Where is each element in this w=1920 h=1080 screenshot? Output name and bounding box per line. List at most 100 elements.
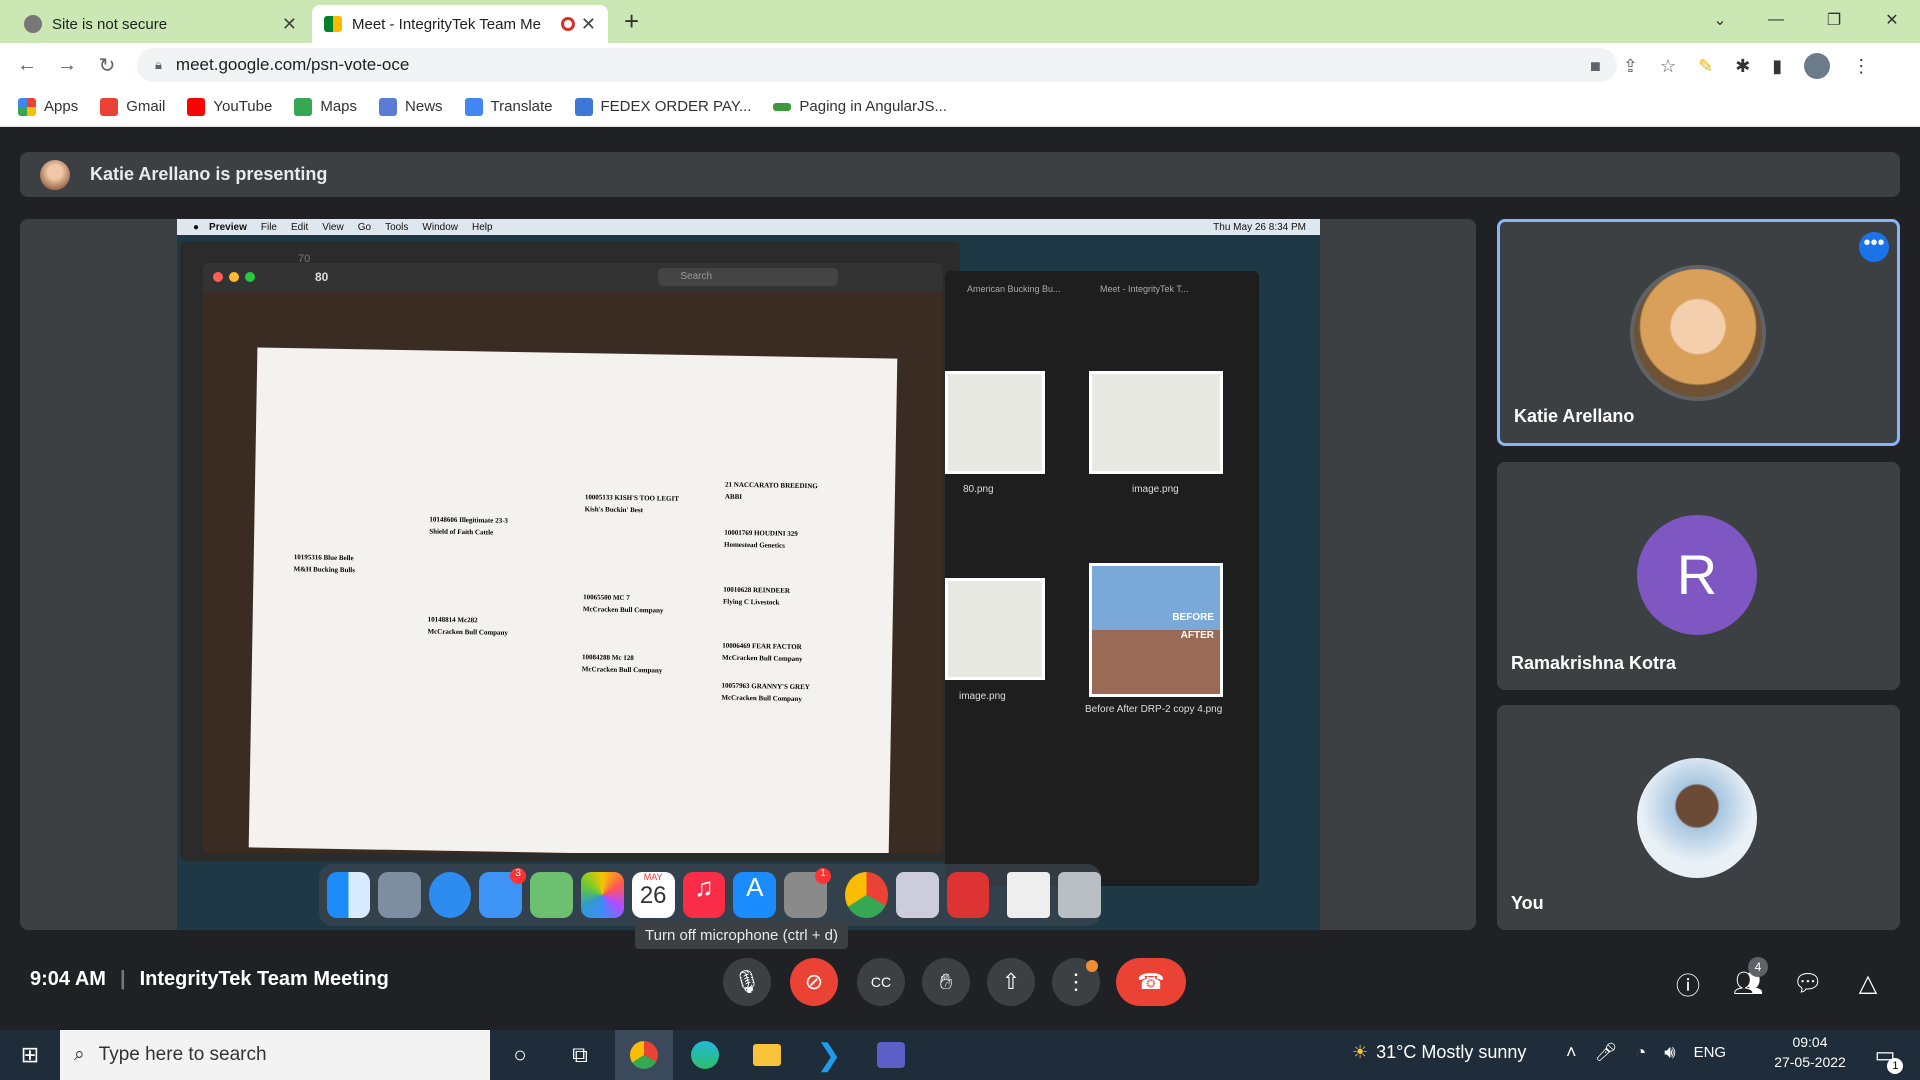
apps-grid-icon [18,97,36,116]
apple-icon: ● [193,221,200,233]
extension-pencil-icon[interactable]: ✎ [1698,56,1713,77]
close-icon[interactable]: ✕ [282,14,297,35]
pedigree-text: McCracken Bull Company [427,627,509,637]
language-indicator[interactable]: ENG [1694,1042,1727,1064]
more-options-button[interactable]: ⋮ [1052,958,1100,1006]
chevron-up-icon[interactable]: ˄ [1566,1042,1577,1064]
vscode-icon[interactable]: ❯ [804,1030,854,1080]
calendar-icon[interactable]: MAY 26 [631,872,675,918]
bookmark-gmail[interactable]: Gmail [100,97,165,116]
chat-icon[interactable]: 💬︎ [1788,963,1828,1003]
close-window-icon[interactable]: ✕ [1864,0,1920,40]
system-settings-icon[interactable]: 1 [784,868,831,918]
search-field[interactable]: Search [658,268,839,286]
back-icon[interactable]: ← [12,50,42,80]
zoom-dot-icon[interactable] [245,272,255,282]
pedigree-text: 10084288 Mc 128 [581,653,634,663]
search-placeholder: Type here to search [98,1044,267,1065]
mic-tray-icon[interactable]: 🎤︎ [1595,1042,1618,1064]
taskbar-clock[interactable]: 09:04 27-05-2022 [1770,1034,1850,1070]
bookmark-translate[interactable]: Translate [464,97,553,116]
photo-booth-icon[interactable] [946,872,990,918]
microphone-button[interactable]: 🎙︎ [723,958,771,1006]
volume-icon[interactable]: 🔊︎ [1664,1042,1675,1064]
thumbnail[interactable] [945,578,1045,680]
participant-tile-you[interactable]: You [1497,705,1900,930]
participant-name: Ramakrishna Kotra [1511,653,1677,673]
bookmark-apps[interactable]: Apps [18,97,78,116]
microphone-icon: 🎙︎ [733,969,761,994]
thumbnail[interactable] [945,371,1045,474]
participant-tile-ramakrishna[interactable]: R Ramakrishna Kotra [1497,462,1900,690]
launchpad-icon[interactable] [377,872,421,918]
preview-dock-icon[interactable] [895,872,939,918]
minimize-icon[interactable]: — [1748,0,1804,40]
bookmark-news[interactable]: News [379,97,443,116]
reload-icon[interactable]: ↻ [92,50,122,80]
bookmark-maps[interactable]: Maps [294,97,357,116]
meeting-details-icon[interactable]: ⓘ [1668,963,1708,1003]
notification-icon[interactable]: ▭ 1 [1860,1030,1910,1080]
new-tab-icon[interactable]: + [624,6,639,37]
participant-tile-katie[interactable]: ••• Katie Arellano [1497,219,1900,446]
mail-icon[interactable]: 3 [479,868,527,918]
you-avatar [1637,758,1757,878]
close-icon[interactable]: ✕ [581,14,596,35]
restore-icon[interactable]: ❐ [1806,0,1862,40]
finder-icon[interactable] [327,872,370,918]
document-dock-icon[interactable] [1007,872,1051,918]
share-icon[interactable]: ⇪ [1623,56,1638,77]
forward-icon[interactable]: → [52,50,82,80]
chrome-dock-icon[interactable] [844,872,888,918]
teams-icon[interactable] [866,1030,916,1080]
photos-icon[interactable] [580,872,624,918]
sidepanel-icon[interactable]: ▮ [1772,56,1782,77]
pedigree-text: 21 NACCARATO BREEDING [725,480,818,491]
task-view-icon[interactable]: ⧉ [555,1030,605,1080]
chrome-taskbar-icon[interactable] [615,1030,673,1080]
windows-start-icon[interactable]: ⊞ [0,1030,60,1080]
thumbnail-label: 80.png [963,484,994,495]
bookmark-angular[interactable]: Paging in AngularJS... [773,98,947,115]
pedigree-text: 10148606 Illegitimate 23-3 [429,515,509,525]
edge-icon[interactable] [680,1030,730,1080]
puzzle-icon[interactable]: ✱ [1735,56,1750,77]
camera-off-icon: ⊘ [804,969,824,994]
more-vert-icon: ⋮ [1065,969,1087,994]
profile-avatar[interactable] [1804,53,1831,79]
more-options-icon[interactable]: ••• [1859,232,1889,262]
weather-widget[interactable]: ☀︎ 31°C Mostly sunny [1352,1042,1526,1063]
present-button[interactable]: ⇧ [987,958,1035,1006]
tab-site-not-secure[interactable]: Site is not secure ✕ [12,5,309,43]
trash-icon[interactable] [1058,872,1101,918]
bookmark-fedex[interactable]: FEDEX ORDER PAY... [574,97,751,116]
captions-button[interactable]: CC [857,958,905,1006]
bookmark-youtube[interactable]: YouTube [187,97,272,116]
leave-call-button[interactable]: ☎︎ [1116,958,1186,1006]
raise-hand-button[interactable]: ✋︎ [922,958,970,1006]
camera-off-button[interactable]: ⊘ [790,958,838,1006]
pedigree-text: ABBI [724,492,743,501]
safari-icon[interactable] [428,872,472,918]
camera-icon[interactable]: ■ [1590,56,1601,77]
bookmarks-bar: Apps Gmail YouTube Maps News Translate F… [0,87,1920,127]
cortana-icon[interactable]: ○ [495,1030,545,1080]
people-icon[interactable]: 👥︎ 4 [1728,957,1768,1003]
minimize-dot-icon[interactable] [229,272,239,282]
app-store-icon[interactable]: A [733,872,777,918]
star-icon[interactable]: ☆ [1660,56,1676,77]
file-explorer-icon[interactable] [742,1030,792,1080]
close-dot-icon[interactable] [213,272,223,282]
maps-app-icon[interactable] [530,872,573,918]
menu-icon[interactable]: ⋮ [1852,56,1870,77]
thumbnail[interactable] [1089,371,1223,474]
taskbar-search[interactable]: ⌕ Type here to search [60,1030,490,1080]
clock-date: 27-05-2022 [1774,1054,1846,1070]
music-icon[interactable]: ♫ [682,872,726,918]
tab-meet[interactable]: Meet - IntegrityTek Team Me ✕ [312,5,608,43]
thumbnail-before-after[interactable]: BEFORE AFTER [1089,563,1223,697]
address-bar[interactable]: 🔒︎ meet.google.com/psn-vote-oce [137,48,1617,82]
wifi-icon[interactable]: ◔ [1635,1042,1646,1064]
tab-search-icon[interactable]: ⌄ [1692,0,1748,40]
activities-icon[interactable]: △ [1848,963,1888,1003]
